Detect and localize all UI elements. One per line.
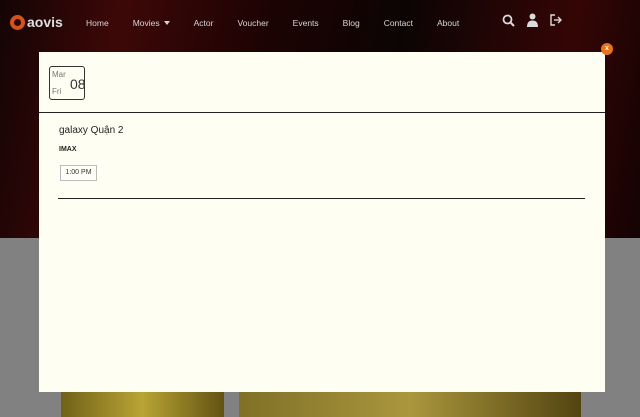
showtime-modal: Mar Fri 08 galaxy Quận 2 IMAX 1:00 PM [39,52,605,392]
showtime-button[interactable]: 1:00 PM [60,165,97,181]
screen-format: IMAX [59,146,77,153]
close-button[interactable]: x [601,43,613,55]
date-day-number: 08 [70,76,86,92]
date-weekday: Fri [52,87,62,96]
date-month: Mar [52,70,66,79]
date-selector[interactable]: Mar Fri 08 [49,66,86,100]
divider [39,112,605,113]
cinema-name: galaxy Quận 2 [59,125,124,136]
divider [58,198,585,199]
